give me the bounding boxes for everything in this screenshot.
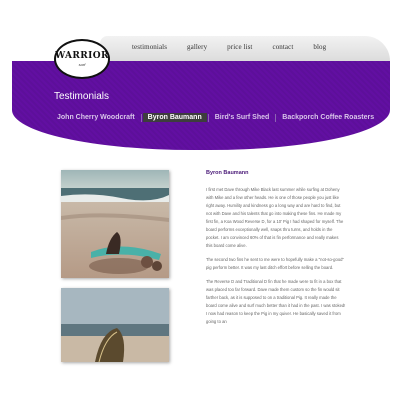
subnav-divider	[140, 113, 142, 122]
testimonial-author: Byron Baumann	[206, 170, 249, 176]
logo[interactable]: WARRIOR surf	[54, 39, 110, 79]
surfboard-closeup-photo	[61, 288, 169, 362]
nav-gallery[interactable]: gallery	[187, 43, 207, 51]
nav-price-list[interactable]: price list	[227, 43, 252, 51]
site: testimonials gallery price list contact …	[0, 0, 400, 400]
subnav-divider	[207, 113, 209, 122]
subnav-item-john-cherry[interactable]: John Cherry Woodcraft	[52, 113, 140, 122]
surfboard-on-beach-photo	[61, 170, 169, 278]
subnav-divider	[275, 113, 277, 122]
subnav-item-birds-surf-shed[interactable]: Bird's Surf Shed	[210, 113, 275, 122]
testimonial-paragraph: I first met Dave through Mike Black last…	[206, 187, 344, 248]
testimonial-paragraph: The second two fins he sent to me were t…	[206, 257, 344, 270]
top-nav: testimonials gallery price list contact …	[100, 36, 390, 61]
logo-subtitle: surf	[78, 62, 86, 67]
nav-contact[interactable]: contact	[272, 43, 293, 51]
page-title: Testimonials	[54, 91, 110, 102]
subnav-item-backporch-coffee[interactable]: Backporch Coffee Roasters	[277, 113, 379, 122]
nav-links: testimonials gallery price list contact …	[132, 43, 346, 51]
beach-image	[61, 170, 169, 278]
testimonial-article: Byron Baumann I first met Dave through M…	[206, 170, 346, 332]
nav-blog[interactable]: blog	[313, 43, 326, 51]
logo-title: WARRIOR	[55, 51, 109, 61]
closeup-image	[61, 288, 169, 362]
testimonial-subnav: John Cherry Woodcraft Byron Baumann Bird…	[52, 113, 379, 122]
subnav-item-byron-baumann[interactable]: Byron Baumann	[142, 113, 207, 122]
nav-testimonials[interactable]: testimonials	[132, 43, 167, 51]
testimonial-paragraph: The Reverse D and Traditional D fin that…	[206, 279, 346, 324]
